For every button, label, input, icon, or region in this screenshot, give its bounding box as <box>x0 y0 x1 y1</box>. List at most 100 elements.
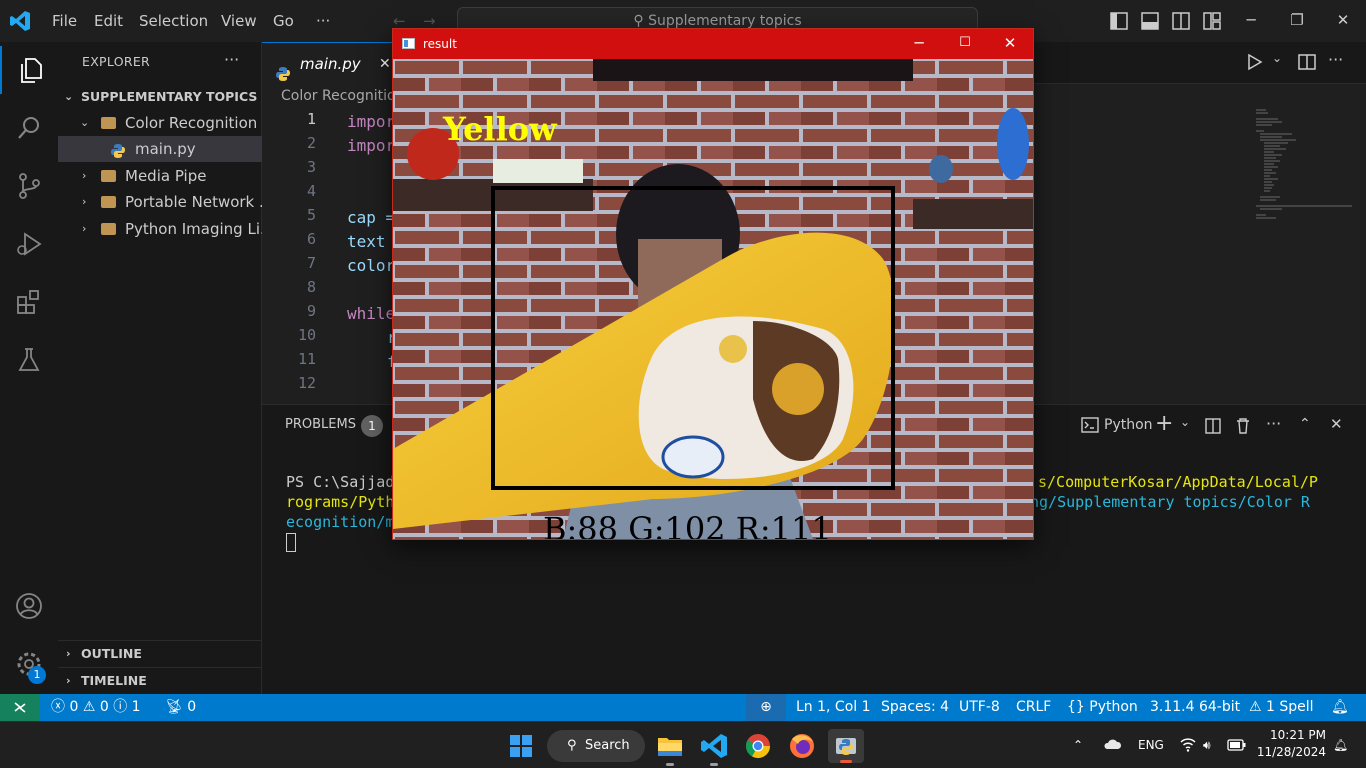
broadcast-icon: 📡︎ <box>165 699 183 715</box>
line-number: 4 <box>306 182 316 200</box>
menu-view[interactable]: View <box>221 0 257 42</box>
tree-folder-portable-network[interactable]: › Portable Network ... <box>58 189 262 215</box>
python-app-icon[interactable] <box>828 729 864 763</box>
windows-start-icon[interactable] <box>503 729 539 763</box>
encoding[interactable]: UTF-8 <box>959 694 1000 721</box>
menu-go[interactable]: Go <box>273 0 294 42</box>
notifications-bell-icon[interactable]: 🔔︎ <box>1331 694 1349 721</box>
toggle-primary-sidebar-icon[interactable] <box>1110 0 1128 42</box>
terminal-line: s/ComputerKosar/AppData/Local/P <box>1038 473 1318 491</box>
end-of-line[interactable]: CRLF <box>1016 694 1051 721</box>
menu-selection[interactable]: Selection <box>139 0 208 42</box>
python-interpreter[interactable]: 3.11.4 64-bit <box>1150 694 1240 721</box>
terminal-instance-label[interactable]: Python <box>1104 417 1153 433</box>
tree-file-main-py[interactable]: main.py <box>58 136 262 162</box>
run-and-debug-icon[interactable] <box>0 220 58 268</box>
result-close-button[interactable]: ✕ <box>987 29 1033 59</box>
explorer-icon[interactable] <box>0 46 58 94</box>
tree-folder-python-imaging[interactable]: › Python Imaging Li... <box>58 216 262 242</box>
menu-more[interactable]: ··· <box>316 0 330 42</box>
split-terminal-icon[interactable] <box>1205 418 1221 438</box>
minimap[interactable] <box>1252 108 1362 228</box>
zoom-icon[interactable]: ⊕ <box>746 694 786 721</box>
accounts-icon[interactable] <box>0 582 58 630</box>
manage-gear-icon[interactable]: 1 <box>0 640 58 688</box>
explorer-more-actions[interactable]: ··· <box>224 50 239 69</box>
run-python-file-icon[interactable] <box>1247 53 1263 75</box>
input-language[interactable]: ENG <box>1138 722 1164 768</box>
toggle-panel-icon[interactable] <box>1141 0 1159 42</box>
vscode-logo-icon[interactable] <box>9 0 31 42</box>
spell-check-status[interactable]: ⚠ 1 Spell <box>1249 694 1314 721</box>
ports-status[interactable]: 📡︎ 0 <box>165 694 196 721</box>
clock-date[interactable]: 11/28/2024 <box>1252 745 1326 759</box>
braces-icon: {} <box>1067 699 1085 715</box>
cursor-position[interactable]: Ln 1, Col 1 <box>796 694 871 721</box>
file-explorer-icon[interactable] <box>652 729 688 766</box>
result-window-title: result <box>423 37 457 51</box>
panel-more-actions-icon[interactable]: ··· <box>1266 414 1281 433</box>
result-window[interactable]: result ─ ☐ ✕ Yellow B:88 G:102 R:111 <box>392 28 1034 540</box>
tab-close-icon[interactable]: ✕ <box>379 43 391 85</box>
wifi-icon[interactable] <box>1180 722 1196 768</box>
testing-flask-icon[interactable] <box>0 336 58 384</box>
chrome-icon[interactable] <box>740 729 776 763</box>
weather-cloud-icon[interactable] <box>1102 722 1122 768</box>
code-line: impor <box>347 136 396 155</box>
maximize-panel-chevron-up-icon[interactable]: ⌃ <box>1299 416 1311 432</box>
folder-open-icon <box>101 117 116 129</box>
warning-icon: ⚠ <box>1249 699 1262 715</box>
run-dropdown-chevron-icon[interactable]: ⌄ <box>1272 51 1282 65</box>
battery-icon[interactable] <box>1227 722 1247 768</box>
remote-indicator-icon[interactable] <box>0 694 40 721</box>
tray-chevron-up-icon[interactable]: ⌃ <box>1073 722 1083 768</box>
result-window-titlebar[interactable]: result ─ ☐ ✕ <box>393 29 1033 59</box>
tab-problems[interactable]: PROBLEMS <box>285 417 356 432</box>
clock-time[interactable]: 10:21 PM <box>1262 728 1326 742</box>
ports-count: 0 <box>187 699 197 715</box>
extensions-icon[interactable] <box>0 278 58 326</box>
close-panel-icon[interactable]: ✕ <box>1330 415 1343 433</box>
tab-main-py[interactable]: main.py ✕ <box>262 42 393 84</box>
vscode-taskbar-icon[interactable] <box>696 729 732 766</box>
toggle-secondary-sidebar-icon[interactable] <box>1172 0 1190 42</box>
problems-status[interactable]: ⓧ 0 ⚠ 0 ⓘ 1 <box>51 694 141 721</box>
command-center-label: Supplementary topics <box>648 13 802 29</box>
terminal-dropdown-chevron-icon[interactable]: ⌄ <box>1180 415 1190 429</box>
webcam-image: Yellow B:88 G:102 R:111 <box>393 59 1033 539</box>
menu-edit[interactable]: Edit <box>94 0 123 42</box>
restore-button[interactable]: ❐ <box>1274 0 1320 42</box>
split-editor-icon[interactable] <box>1298 54 1316 74</box>
code-line: while <box>347 304 396 323</box>
search-icon[interactable] <box>0 104 58 152</box>
terminal-cursor <box>286 533 296 552</box>
minimize-button[interactable]: ─ <box>1228 0 1274 42</box>
tree-folder-media-pipe[interactable]: › Media Pipe <box>58 163 262 189</box>
close-button[interactable]: ✕ <box>1320 0 1366 42</box>
line-number: 1 <box>306 110 316 128</box>
source-control-icon[interactable] <box>0 162 58 210</box>
outline-section[interactable]: › OUTLINE <box>58 640 262 666</box>
volume-icon[interactable]: 🔊︎ <box>1203 722 1211 768</box>
result-minimize-button[interactable]: ─ <box>896 29 942 59</box>
taskbar-search[interactable]: ⚲ Search <box>547 730 645 762</box>
kill-terminal-trash-icon[interactable] <box>1235 417 1251 439</box>
warning-count: 0 <box>99 699 109 715</box>
firefox-icon[interactable] <box>784 729 820 763</box>
line-number: 6 <box>306 230 316 248</box>
customize-layout-icon[interactable] <box>1203 0 1221 42</box>
new-terminal-plus-icon[interactable]: + <box>1155 411 1173 436</box>
info-count: 1 <box>131 699 141 715</box>
editor-more-actions-icon[interactable]: ··· <box>1328 50 1343 69</box>
language-mode[interactable]: {} Python <box>1067 694 1138 721</box>
notification-bell-icon[interactable]: 🔔︎ <box>1333 722 1348 768</box>
line-number: 8 <box>306 278 316 296</box>
result-maximize-button[interactable]: ☐ <box>942 29 988 59</box>
workspace-header[interactable]: ⌄ SUPPLEMENTARY TOPICS <box>58 84 262 110</box>
indentation[interactable]: Spaces: 4 <box>881 694 949 721</box>
breadcrumb[interactable]: Color Recognitio <box>281 88 396 104</box>
menu-file[interactable]: File <box>52 0 77 42</box>
timeline-section[interactable]: › TIMELINE <box>58 667 262 693</box>
tree-label: main.py <box>135 140 196 158</box>
tree-folder-color-recognition[interactable]: ⌄ Color Recognition <box>58 110 262 136</box>
